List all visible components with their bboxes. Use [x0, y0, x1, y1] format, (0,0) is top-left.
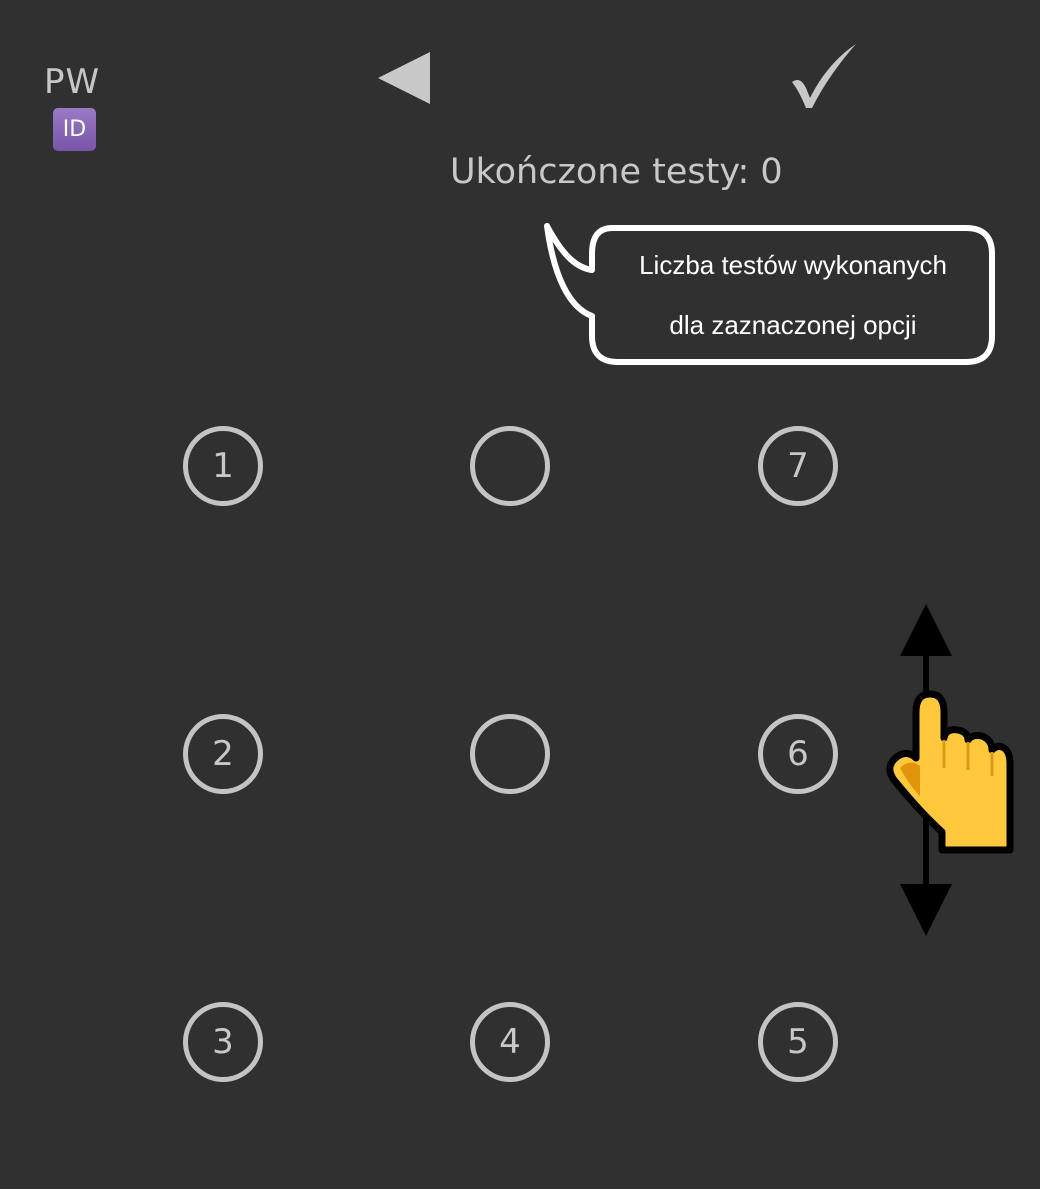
confirm-button[interactable] [782, 36, 862, 116]
tooltip-line-1: Liczba testów wykonanych [639, 250, 947, 280]
completed-tests-counter: Ukończone testy: 0 [450, 152, 783, 192]
code-button-5[interactable]: 5 [758, 1002, 838, 1082]
code-button-empty-middle[interactable] [470, 714, 550, 794]
code-button-3[interactable]: 3 [183, 1002, 263, 1082]
code-button-6[interactable]: 6 [758, 714, 838, 794]
checkmark-icon [792, 44, 856, 108]
code-button-empty-top[interactable] [470, 426, 550, 506]
back-button[interactable] [372, 48, 434, 108]
code-button-4[interactable]: 4 [470, 1002, 550, 1082]
app-label: PW [44, 62, 101, 102]
code-button-1[interactable]: 1 [183, 426, 263, 506]
code-button-7[interactable]: 7 [758, 426, 838, 506]
id-badge-icon: ID [53, 108, 96, 151]
tooltip-line-2: dla zaznaczonej opcji [669, 310, 917, 340]
tooltip-text: Liczba testów wykonanych dla zaznaczonej… [592, 228, 994, 362]
left-triangle-icon [378, 52, 430, 104]
swipe-vertical-hand-icon [886, 604, 1014, 936]
code-button-2[interactable]: 2 [183, 714, 263, 794]
